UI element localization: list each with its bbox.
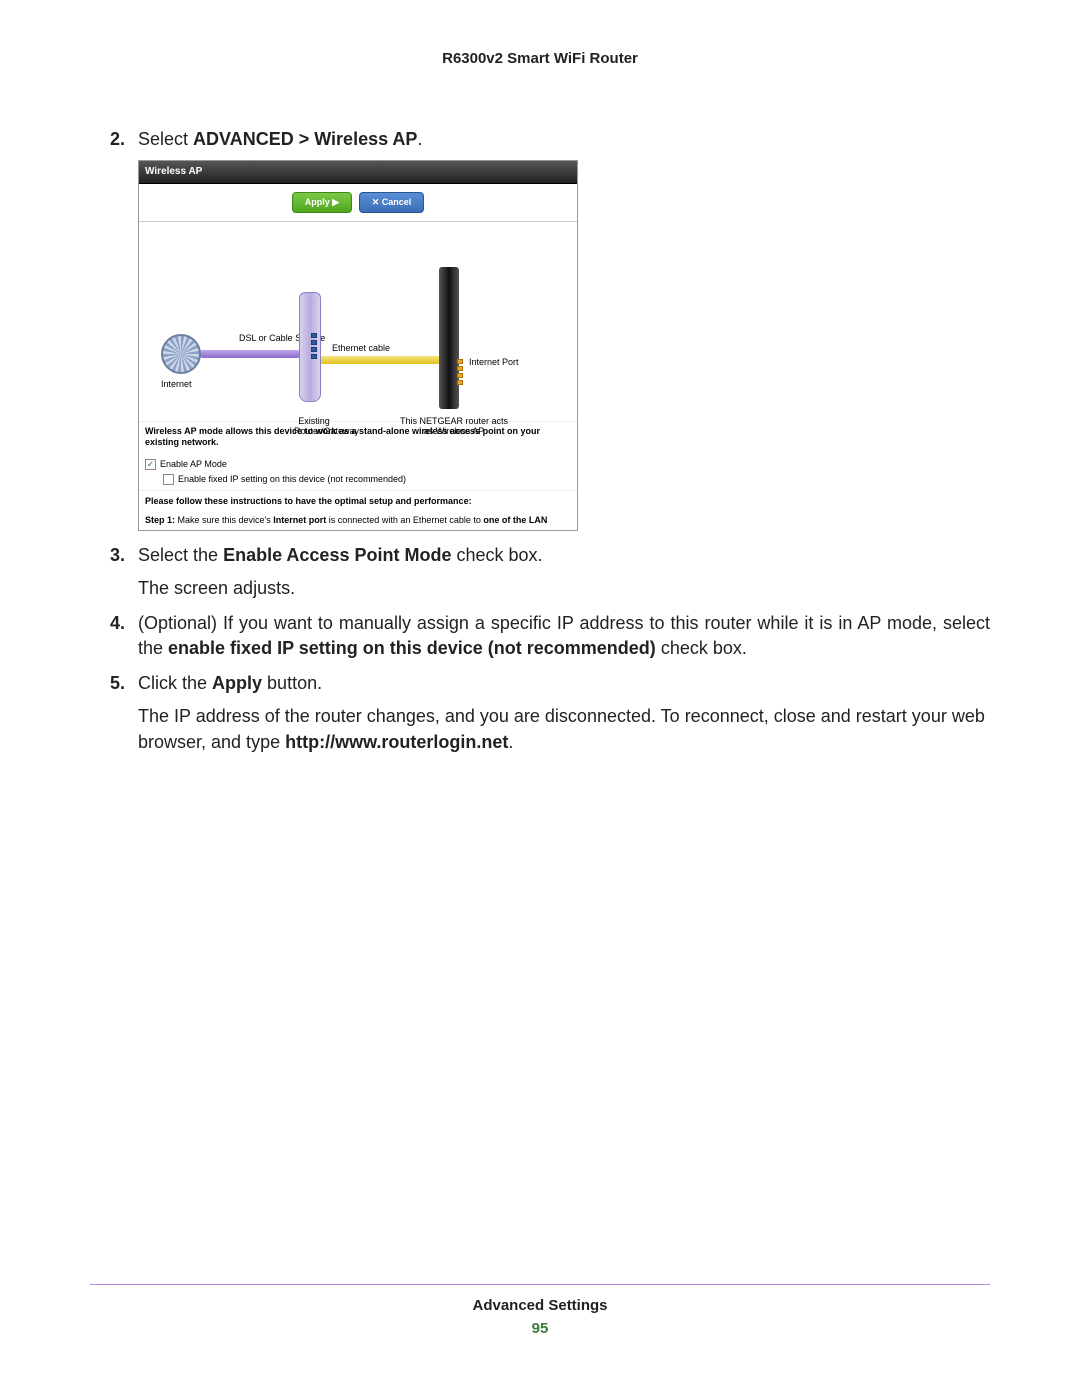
screenshot-titlebar: Wireless AP (139, 161, 577, 184)
document-header: R6300v2 Smart WiFi Router (90, 50, 990, 67)
step-subtext: The IP address of the router changes, an… (138, 704, 990, 754)
apply-button[interactable]: Apply ▶ (292, 192, 352, 213)
page-footer: Advanced Settings 95 (90, 1284, 990, 1337)
step-number: 3. (110, 543, 125, 568)
step-number: 5. (110, 671, 125, 696)
cable-dsl (199, 350, 301, 358)
enable-ap-checkbox[interactable]: ✓ (145, 459, 156, 470)
step-text: Select the Enable Access Point Mode chec… (138, 545, 543, 565)
diagram: Internet DSL or Cable Service Ethernet c… (139, 222, 577, 422)
step-number: 2. (110, 127, 125, 152)
footer-divider (90, 1284, 990, 1285)
netgear-router-icon (439, 267, 459, 409)
instructions-heading: Please follow these instructions to have… (139, 490, 577, 511)
step-3: 3. Select the Enable Access Point Mode c… (138, 543, 990, 601)
fixed-ip-label: Enable fixed IP setting on this device (… (178, 473, 406, 486)
screenshot-toolbar: Apply ▶ ✕ Cancel (139, 184, 577, 222)
ethernet-label: Ethernet cable (332, 344, 390, 354)
instruction-step-1: Step 1: Make sure this device's Internet… (139, 511, 577, 530)
modem-caption: Existing Router/Gateway (294, 417, 334, 437)
step-4: 4. (Optional) If you want to manually as… (138, 611, 990, 661)
step-5: 5. Click the Apply button. The IP addres… (138, 671, 990, 755)
cable-ethernet (319, 356, 441, 364)
step-text: (Optional) If you want to manually assig… (138, 613, 990, 658)
step-number: 4. (110, 611, 125, 636)
cancel-button[interactable]: ✕ Cancel (359, 192, 425, 213)
modem-icon (299, 292, 321, 402)
netgear-caption: This NETGEAR router acts as Wireless AP (399, 417, 509, 437)
checkbox-group: ✓ Enable AP Mode Enable fixed IP setting… (139, 453, 577, 490)
footer-section-title: Advanced Settings (90, 1297, 990, 1314)
step-subtext: The screen adjusts. (138, 576, 990, 601)
fixed-ip-checkbox[interactable] (163, 474, 174, 485)
step-2: 2. Select ADVANCED > Wireless AP. Wirele… (138, 127, 990, 531)
screenshot-panel: Wireless AP Apply ▶ ✕ Cancel Internet DS… (138, 160, 578, 530)
step-text: Click the Apply button. (138, 673, 322, 693)
internet-globe-icon (161, 334, 201, 374)
page-number: 95 (90, 1320, 990, 1337)
enable-ap-label: Enable AP Mode (160, 458, 227, 471)
internet-label: Internet (161, 378, 192, 391)
step-text: Select ADVANCED > Wireless AP. (138, 129, 422, 149)
internet-port-label: Internet Port (469, 356, 519, 369)
